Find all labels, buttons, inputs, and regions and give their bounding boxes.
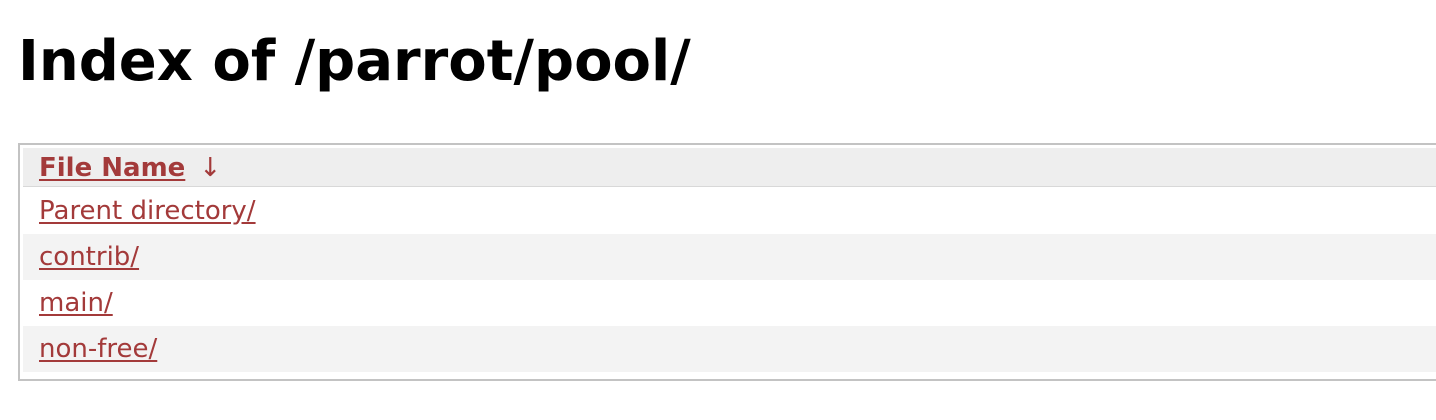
directory-listing-page: Index of /parrot/pool/ File Name ↓ Parent… (0, 0, 1436, 420)
list-item: non-free/ (23, 326, 1436, 372)
folder-link-contrib[interactable]: contrib/ (39, 242, 139, 272)
folder-link-main[interactable]: main/ (39, 288, 113, 318)
list-item: main/ (23, 280, 1436, 326)
file-list: File Name ↓ Parent directory/ contrib/ ma… (18, 143, 1436, 381)
list-item: contrib/ (23, 234, 1436, 280)
list-item: Parent directory/ (23, 188, 1436, 234)
sort-by-file-name-link[interactable]: File Name ↓ (39, 153, 221, 183)
list-header: File Name ↓ (23, 148, 1436, 187)
folder-link-non-free[interactable]: non-free/ (39, 334, 157, 364)
page-title: Index of /parrot/pool/ (18, 29, 691, 94)
column-header-label: File Name (39, 153, 186, 183)
parent-directory-link[interactable]: Parent directory/ (39, 196, 256, 226)
sort-descending-icon: ↓ (199, 153, 222, 183)
